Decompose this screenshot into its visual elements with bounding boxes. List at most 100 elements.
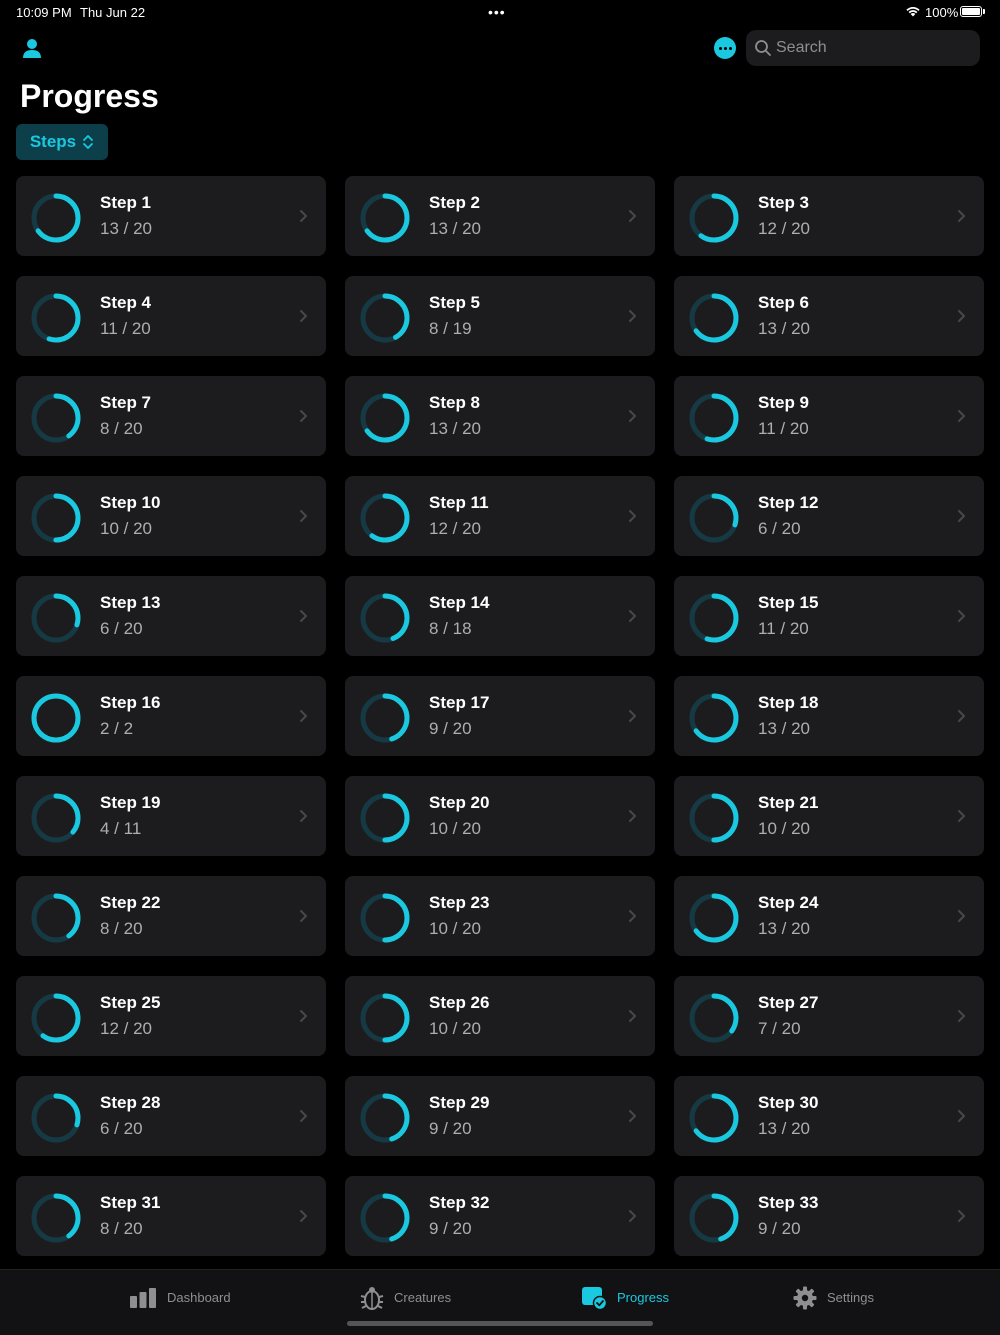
progress-ring: [689, 493, 739, 543]
step-title: Step 24: [758, 893, 819, 912]
step-count: 6 / 20: [100, 1119, 143, 1138]
chevron-right-icon: [629, 510, 636, 522]
tab-progress[interactable]: Progress: [581, 1270, 669, 1325]
step-title: Step 5: [429, 293, 481, 312]
chevron-right-icon: [300, 610, 307, 622]
progress-ring: [31, 793, 81, 843]
step-count: 8 / 20: [100, 419, 143, 438]
step-card[interactable]: Step 20 10 / 20: [345, 776, 655, 856]
step-card[interactable]: Step 25 12 / 20: [16, 976, 326, 1056]
step-count: 11 / 20: [758, 619, 809, 638]
step-card[interactable]: Step 33 9 / 20: [674, 1176, 984, 1256]
progress-ring: [360, 793, 410, 843]
step-card[interactable]: Step 11 12 / 20: [345, 476, 655, 556]
tab-dashboard[interactable]: Dashboard: [129, 1270, 231, 1325]
step-count: 9 / 20: [429, 1119, 472, 1138]
tab-creatures-label: Creatures: [394, 1290, 452, 1305]
step-card[interactable]: Step 3 12 / 20: [674, 176, 984, 256]
chevron-right-icon: [629, 1110, 636, 1122]
step-card[interactable]: Step 19 4 / 11: [16, 776, 326, 856]
progress-ring: [360, 1093, 410, 1143]
step-card[interactable]: Step 29 9 / 20: [345, 1076, 655, 1156]
step-card[interactable]: Step 14 8 / 18: [345, 576, 655, 656]
tab-creatures[interactable]: Creatures: [360, 1270, 451, 1325]
filter-selector-button[interactable]: Steps: [16, 124, 108, 160]
chevron-right-icon: [300, 510, 307, 522]
step-count: 12 / 20: [429, 519, 481, 538]
step-card[interactable]: Step 28 6 / 20: [16, 1076, 326, 1156]
step-card[interactable]: Step 31 8 / 20: [16, 1176, 326, 1256]
step-card[interactable]: Step 10 10 / 20: [16, 476, 326, 556]
progress-ring: [360, 493, 410, 543]
more-options-icon[interactable]: [714, 37, 736, 59]
step-title: Step 16: [100, 693, 161, 712]
chevron-right-icon: [300, 310, 307, 322]
step-card[interactable]: Step 2 13 / 20: [345, 176, 655, 256]
step-title: Step 28: [100, 1093, 161, 1112]
step-card[interactable]: Step 7 8 / 20: [16, 376, 326, 456]
chevron-right-icon: [629, 910, 636, 922]
step-count: 10 / 20: [100, 519, 152, 538]
step-card[interactable]: Step 27 7 / 20: [674, 976, 984, 1056]
chevron-right-icon: [629, 1010, 636, 1022]
step-card[interactable]: Step 17 9 / 20: [345, 676, 655, 756]
chevron-right-icon: [300, 210, 307, 222]
step-card[interactable]: Step 5 8 / 19: [345, 276, 655, 356]
step-card[interactable]: Step 21 10 / 20: [674, 776, 984, 856]
step-card[interactable]: Step 32 9 / 20: [345, 1176, 655, 1256]
status-time: 10:09 PM: [16, 5, 72, 20]
chevron-right-icon: [958, 710, 965, 722]
step-count: 9 / 20: [758, 1219, 801, 1238]
step-title: Step 25: [100, 993, 161, 1012]
tab-settings-label: Settings: [827, 1290, 874, 1305]
progress-ring: [31, 393, 81, 443]
step-title: Step 15: [758, 593, 819, 612]
step-count: 10 / 20: [758, 819, 810, 838]
step-title: Step 13: [100, 593, 161, 612]
search-input[interactable]: [776, 30, 972, 66]
battery-percentage: 100%: [925, 5, 959, 20]
step-card[interactable]: Step 9 11 / 20: [674, 376, 984, 456]
step-card[interactable]: Step 8 13 / 20: [345, 376, 655, 456]
step-count: 13 / 20: [758, 919, 810, 938]
step-count: 10 / 20: [429, 919, 481, 938]
step-title: Step 22: [100, 893, 161, 912]
step-card[interactable]: Step 13 6 / 20: [16, 576, 326, 656]
step-card[interactable]: Step 30 13 / 20: [674, 1076, 984, 1156]
step-card[interactable]: Step 4 11 / 20: [16, 276, 326, 356]
step-card[interactable]: Step 16 2 / 2: [16, 676, 326, 756]
step-count: 8 / 20: [100, 919, 143, 938]
profile-icon[interactable]: [20, 36, 44, 60]
step-card[interactable]: Step 15 11 / 20: [674, 576, 984, 656]
step-card[interactable]: Step 12 6 / 20: [674, 476, 984, 556]
step-card[interactable]: Step 26 10 / 20: [345, 976, 655, 1056]
step-title: Step 8: [429, 393, 481, 412]
step-card[interactable]: Step 22 8 / 20: [16, 876, 326, 956]
step-card[interactable]: Step 1 13 / 20: [16, 176, 326, 256]
page-title: Progress: [20, 78, 159, 114]
step-title: Step 33: [758, 1193, 819, 1212]
step-title: Step 11: [429, 493, 489, 512]
progress-ring: [689, 693, 739, 743]
step-card[interactable]: Step 6 13 / 20: [674, 276, 984, 356]
chevron-right-icon: [629, 810, 636, 822]
progress-ring: [689, 593, 739, 643]
progress-ring: [31, 193, 81, 243]
search-bar[interactable]: [746, 30, 980, 66]
step-card[interactable]: Step 18 13 / 20: [674, 676, 984, 756]
tab-settings[interactable]: Settings: [793, 1270, 874, 1325]
chevron-right-icon: [958, 310, 965, 322]
step-card[interactable]: Step 23 10 / 20: [345, 876, 655, 956]
battery-tip: [983, 9, 985, 14]
chevron-right-icon: [300, 1110, 307, 1122]
status-bar: 10:09 PM Thu Jun 22 ••• 100%: [0, 0, 1000, 24]
progress-ring: [360, 893, 410, 943]
step-card[interactable]: Step 24 13 / 20: [674, 876, 984, 956]
chevron-right-icon: [300, 410, 307, 422]
progress-ring: [31, 693, 81, 743]
progress-ring: [360, 193, 410, 243]
multitasking-dots-icon[interactable]: •••: [488, 4, 506, 20]
progress-ring: [31, 893, 81, 943]
progress-ring: [689, 393, 739, 443]
chevron-right-icon: [629, 1210, 636, 1222]
